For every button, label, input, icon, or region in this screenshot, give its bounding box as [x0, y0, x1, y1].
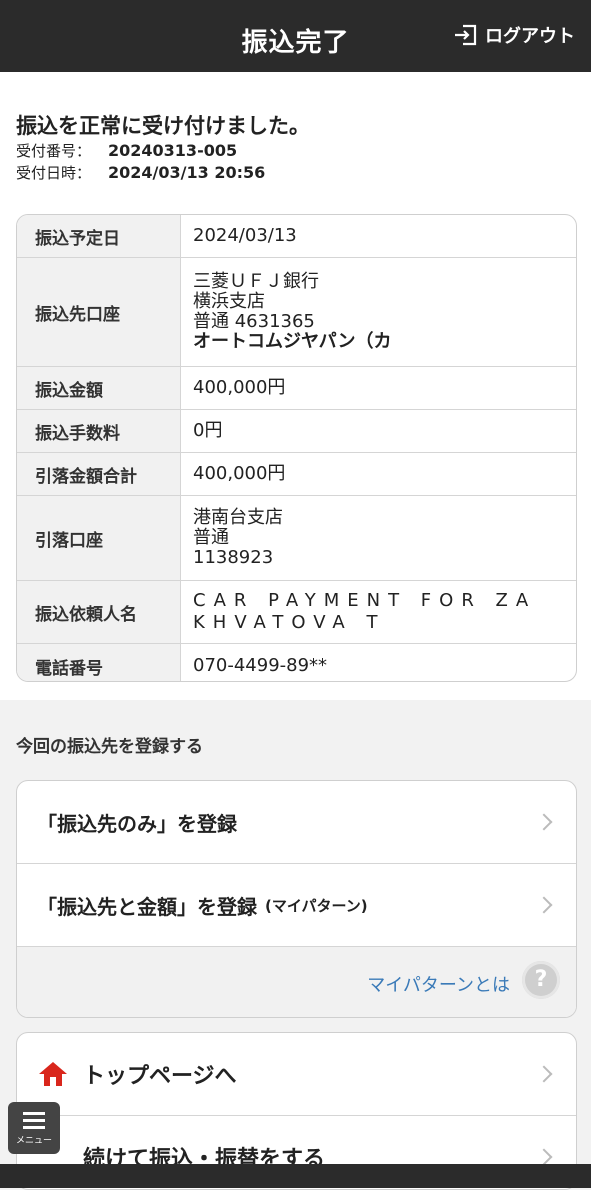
success-message: 振込を正常に受け付けました。: [16, 114, 310, 138]
row-requester: 振込依頼人名 CAR PAYMENT FOR ZA KHVATOVA T: [17, 581, 576, 644]
receipt-datetime-label: 受付日時：: [16, 164, 92, 182]
chevron-right-icon: [535, 1148, 553, 1166]
requester-line1: CAR PAYMENT FOR ZA: [193, 590, 537, 611]
value: 400,000円: [193, 377, 286, 398]
row-amount: 振込金額 400,000円: [17, 367, 576, 410]
dest-account: 普通 4631365: [193, 311, 315, 332]
transfer-details-table: 振込予定日 2024/03/13 振込先口座 三菱ＵＦＪ銀行 横浜支店 普通 4…: [16, 214, 577, 682]
label: 引落口座: [17, 496, 181, 580]
receipt-number-label: 受付番号：: [16, 142, 92, 160]
chevron-right-icon: [535, 813, 553, 831]
bottom-bar: [0, 1164, 591, 1188]
receipt-info: 受付番号： 20240313-005 受付日時： 2024/03/13 20:56: [16, 140, 265, 184]
row-destination: 振込先口座 三菱ＵＦＪ銀行 横浜支店 普通 4631365 オートコムジヤパン（…: [17, 258, 576, 367]
home-icon: [39, 1062, 67, 1086]
label: 振込依頼人名: [17, 581, 181, 643]
row-phone: 電話番号 070-4499-89**: [17, 644, 576, 681]
register-destination-only-button[interactable]: 「振込先のみ」を登録: [17, 781, 576, 864]
debit-type: 普通: [193, 527, 229, 548]
receipt-datetime: 2024/03/13 20:56: [108, 163, 266, 182]
row-total: 引落金額合計 400,000円: [17, 453, 576, 496]
option-label: 「振込先と金額」を登録: [37, 894, 257, 919]
option-label: 「振込先のみ」を登録: [37, 811, 237, 836]
label: 振込金額: [17, 367, 181, 409]
menu-button[interactable]: メニュー: [8, 1102, 60, 1154]
label: 振込手数料: [17, 410, 181, 452]
menu-label: メニュー: [15, 1136, 52, 1146]
value: 070-4499-89**: [193, 655, 328, 676]
register-card: 「振込先のみ」を登録 「振込先と金額」を登録 (マイパターン) マイパターンとは…: [16, 780, 577, 1018]
row-scheduled-date: 振込予定日 2024/03/13: [17, 215, 576, 258]
register-section-title: 今回の振込先を登録する: [16, 737, 203, 757]
help-icon[interactable]: ?: [522, 961, 560, 999]
hamburger-icon: [23, 1112, 45, 1129]
mypattern-link[interactable]: マイパターンとは: [367, 971, 510, 997]
requester-line2: KHVATOVA T: [193, 612, 386, 633]
debit-branch: 港南台支店: [193, 507, 283, 528]
value: 2024/03/13: [193, 225, 297, 246]
label: 振込予定日: [17, 215, 181, 257]
dest-branch: 横浜支店: [193, 291, 265, 312]
label: 電話番号: [17, 644, 181, 681]
top-page-label: トップページへ: [83, 1064, 237, 1089]
label: 引落金額合計: [17, 453, 181, 495]
row-debit-account: 引落口座 港南台支店 普通 1138923: [17, 496, 576, 581]
mypattern-help-row: マイパターンとは ?: [17, 947, 576, 1017]
dest-bank: 三菱ＵＦＪ銀行: [193, 271, 319, 292]
register-destination-amount-button[interactable]: 「振込先と金額」を登録 (マイパターン): [17, 864, 576, 947]
top-bar: 振込完了 ログアウト: [0, 0, 591, 72]
logout-icon: [455, 24, 477, 46]
logout-button[interactable]: ログアウト: [453, 22, 575, 48]
dest-name: オートコムジヤパン（カ: [193, 331, 392, 352]
chevron-right-icon: [535, 896, 553, 914]
value: 400,000円: [193, 463, 286, 484]
top-page-button[interactable]: トップページへ: [17, 1033, 576, 1116]
logout-label: ログアウト: [485, 26, 575, 47]
label: 振込先口座: [17, 258, 181, 366]
debit-number: 1138923: [193, 547, 274, 568]
option-note: (マイパターン): [265, 896, 368, 915]
receipt-number: 20240313-005: [108, 141, 238, 160]
row-fee: 振込手数料 0円: [17, 410, 576, 453]
value: 0円: [193, 420, 223, 441]
chevron-right-icon: [535, 1065, 553, 1083]
